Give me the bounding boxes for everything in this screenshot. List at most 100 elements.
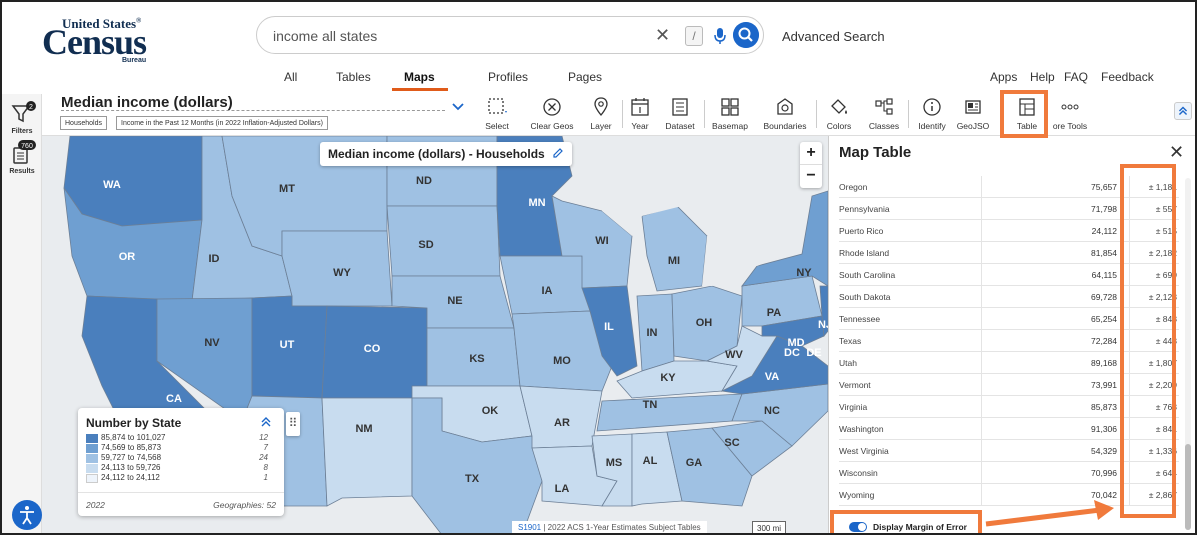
edit-pencil-icon[interactable] <box>552 147 564 159</box>
table-row: Wyoming 70,042 ± 2,867 <box>839 484 1179 506</box>
apps-link[interactable]: Apps <box>990 70 1017 84</box>
identify-tool[interactable]: Identify <box>914 94 950 136</box>
legend-drag-handle[interactable]: ⠿ <box>286 412 300 436</box>
clear-geos-label: Clear Geos <box>530 121 574 131</box>
results-badge: 760 <box>21 143 33 150</box>
site-header: United States® Census Bureau ✕ / Advance… <box>2 2 1195 94</box>
zoom-in-button[interactable]: + <box>800 142 822 165</box>
state-label: KY <box>660 372 676 384</box>
state-wa[interactable] <box>63 136 203 227</box>
table-label: Table <box>1016 121 1038 131</box>
state-label: OH <box>696 317 713 329</box>
table-row: South Carolina 64,115 ± 699 <box>839 264 1179 286</box>
colors-label: Colors <box>826 121 852 131</box>
median-income: 91,306 <box>1091 424 1117 434</box>
chevron-down-icon[interactable] <box>452 102 464 112</box>
margin-of-error-toggle[interactable] <box>849 522 867 532</box>
tab-tables[interactable]: Tables <box>336 70 371 84</box>
state-ny[interactable] <box>741 190 828 287</box>
boundaries-tool[interactable]: Boundaries <box>760 94 810 136</box>
clear-search-icon[interactable]: ✕ <box>655 25 670 46</box>
colors-tool[interactable]: Colors <box>822 94 856 136</box>
accessibility-button[interactable] <box>12 500 42 530</box>
state-label: OR <box>119 251 136 263</box>
tab-all[interactable]: All <box>284 70 297 84</box>
faq-link[interactable]: FAQ <box>1064 70 1088 84</box>
advanced-search-link[interactable]: Advanced Search <box>782 29 885 44</box>
results-list-icon: 760 <box>13 140 36 164</box>
clear-geos-icon <box>543 98 561 116</box>
layer-pin-icon <box>594 97 608 116</box>
classes-tool[interactable]: Classes <box>864 94 904 136</box>
state-label: DE <box>806 347 821 359</box>
classes-icon <box>875 98 893 115</box>
collapse-toolbar-button[interactable] <box>1174 102 1192 120</box>
tab-profiles[interactable]: Profiles <box>488 70 528 84</box>
map-title-badge[interactable]: Median income (dollars) - Households <box>320 142 573 166</box>
census-logo[interactable]: United States® Census Bureau <box>42 16 162 66</box>
layer-tool[interactable]: Layer <box>584 94 618 136</box>
tab-maps[interactable]: Maps <box>404 70 435 84</box>
state-label: CO <box>364 343 381 355</box>
table-row: West Virginia 54,329 ± 1,336 <box>839 440 1179 462</box>
tab-pages[interactable]: Pages <box>568 70 602 84</box>
state-label: MI <box>668 255 680 267</box>
filters-button[interactable]: 2 Filters <box>6 100 38 138</box>
basemap-tool[interactable]: Basemap <box>708 94 752 136</box>
table-row: Puerto Rico 24,112 ± 515 <box>839 220 1179 242</box>
basemap-label: Basemap <box>712 121 748 131</box>
state-name: South Dakota <box>839 292 891 302</box>
table-icon <box>1019 98 1035 116</box>
table-row: Oregon 75,657 ± 1,181 <box>839 176 1179 198</box>
state-label: IL <box>604 321 614 333</box>
state-label: WA <box>103 179 121 191</box>
search-input[interactable] <box>273 26 653 46</box>
results-button[interactable]: 760 Results <box>6 140 38 178</box>
state-mi[interactable] <box>641 205 708 292</box>
select-tool[interactable]: Select <box>478 94 516 136</box>
legend-swatch <box>86 454 98 463</box>
year-label: Year <box>631 121 649 131</box>
dataset-tool[interactable]: Dataset <box>660 94 700 136</box>
year-tool[interactable]: Year <box>626 94 654 136</box>
search-submit-button[interactable] <box>733 22 759 48</box>
map-table-panel: Map Table ✕ Oregon 75,657 ± 1,181 Pennsylv… <box>828 136 1195 533</box>
state-label: NM <box>355 423 372 435</box>
state-tn[interactable] <box>596 393 743 432</box>
filters-badge: 2 <box>29 104 33 111</box>
help-link[interactable]: Help <box>1030 70 1055 84</box>
boundaries-label: Boundaries <box>763 121 807 131</box>
close-icon[interactable]: ✕ <box>1169 142 1184 163</box>
microphone-icon[interactable] <box>713 26 727 46</box>
source-table-link[interactable]: S1901 <box>518 523 541 532</box>
table-tool[interactable]: Table <box>1008 94 1046 136</box>
table-scrollbar-thumb[interactable] <box>1185 444 1191 530</box>
identify-label: Identify <box>918 121 946 131</box>
state-nm[interactable] <box>321 397 413 507</box>
legend-row: 59,727 to 74,568 24 <box>86 453 276 463</box>
state-sd[interactable] <box>386 205 501 277</box>
choropleth-map[interactable]: WA MT ND MN OR ID SD WI MI WY NY NE IA N… <box>42 136 828 533</box>
median-income: 24,112 <box>1091 226 1117 236</box>
state-label: NV <box>204 337 220 349</box>
scale-bar: 300 mi <box>752 521 787 533</box>
map-legend: Number by State 85,874 to 101,027 12 74,… <box>78 408 284 516</box>
collapse-legend-icon[interactable] <box>260 416 272 428</box>
median-income: 81,854 <box>1091 248 1117 258</box>
feedback-link[interactable]: Feedback <box>1101 70 1154 84</box>
dataset-label: Dataset <box>665 121 695 131</box>
geojson-tool[interactable]: GeoJSO <box>956 94 990 136</box>
slash-shortcut-key: / <box>685 26 703 46</box>
legend-swatch <box>86 474 98 483</box>
legend-swatch <box>86 464 98 473</box>
select-icon <box>488 98 507 114</box>
clear-geos-tool[interactable]: Clear Geos <box>528 94 576 136</box>
zoom-out-button[interactable]: − <box>800 165 822 188</box>
state-name: West Virginia <box>839 446 889 456</box>
more-tools-tool[interactable]: ore Tools <box>1048 94 1092 136</box>
legend-range: 85,874 to 101,027 <box>101 433 166 442</box>
panel-title: Map Table <box>839 144 912 161</box>
map-variable-title[interactable]: Median income (dollars) <box>61 94 233 111</box>
margin-of-error: ± 848 <box>1155 314 1177 324</box>
title-underline <box>61 110 445 111</box>
